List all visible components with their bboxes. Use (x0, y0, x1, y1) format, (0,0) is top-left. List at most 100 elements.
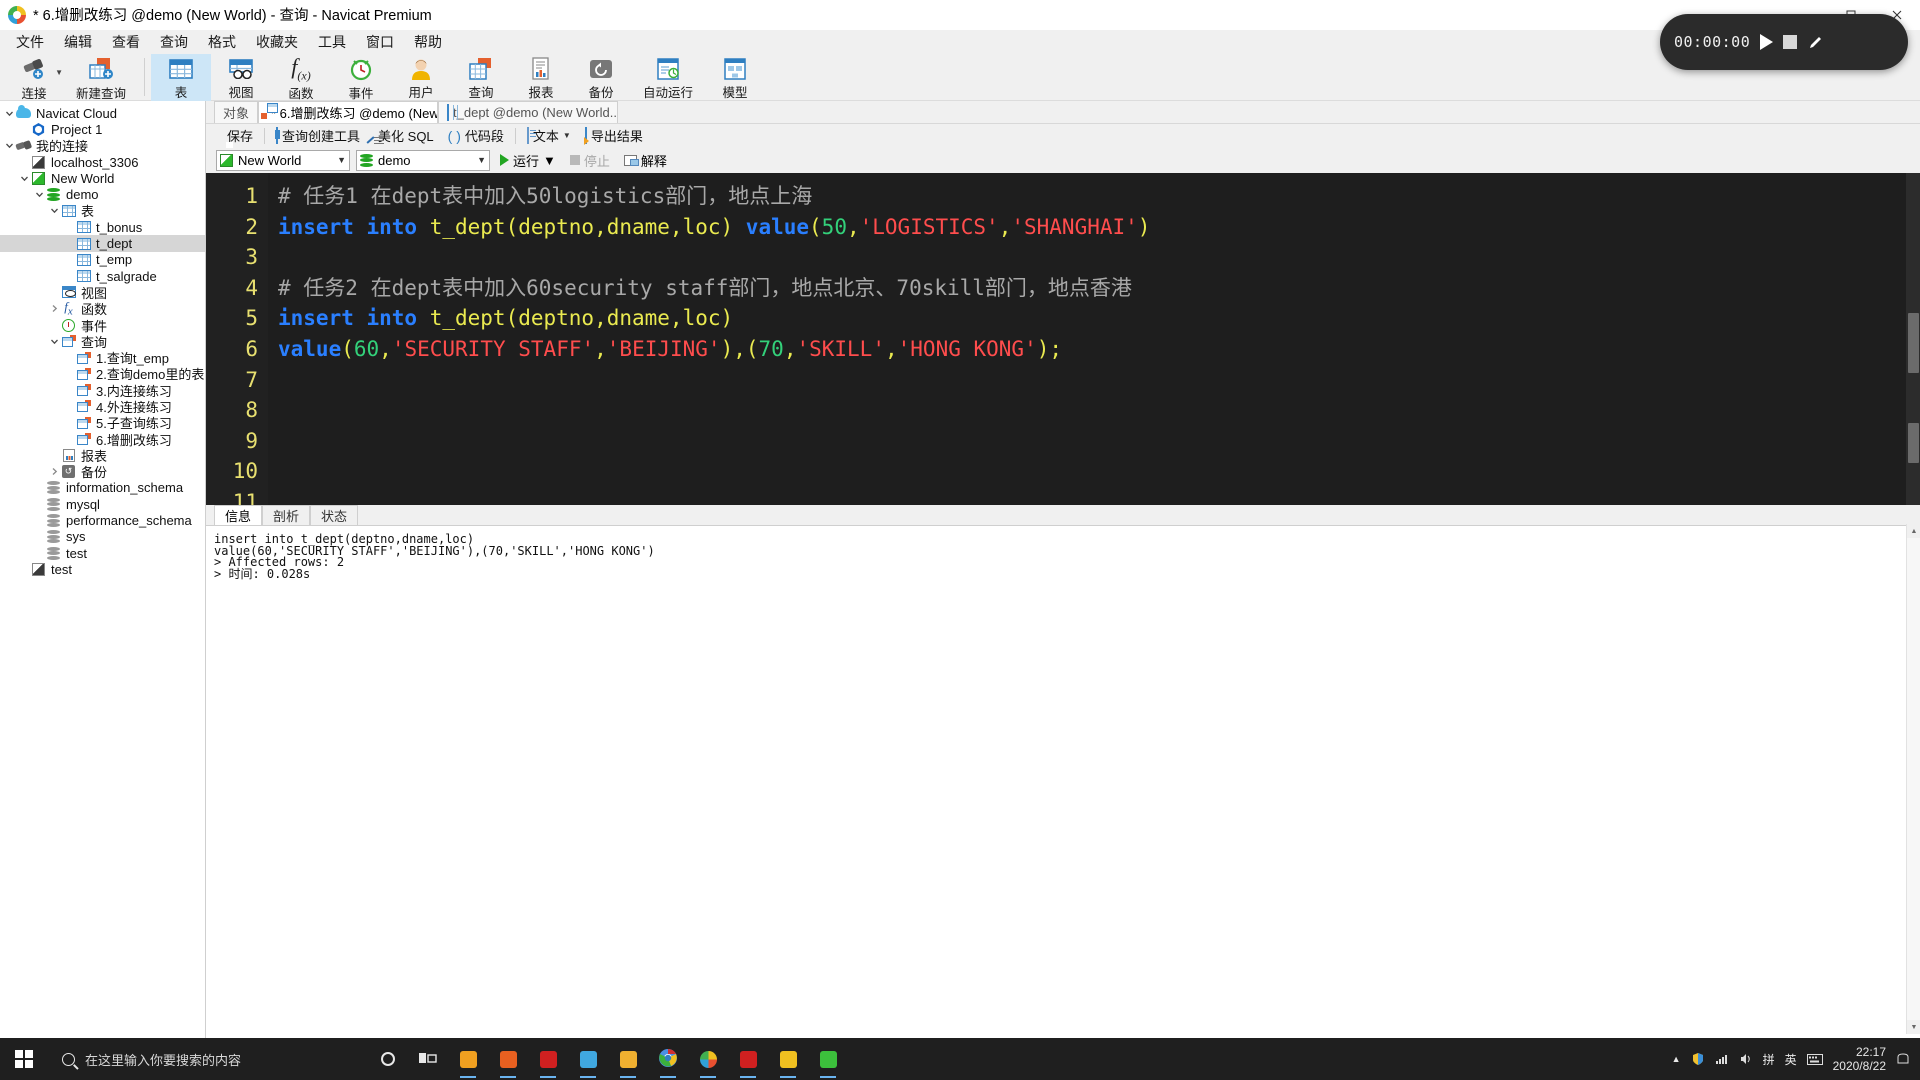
code-line[interactable] (278, 395, 1920, 426)
twisty-down-icon[interactable] (47, 206, 61, 215)
ime-pinyin-icon[interactable]: 拼 (1763, 1051, 1775, 1068)
tree-item-28[interactable]: test (0, 561, 205, 577)
screen-recorder-overlay[interactable]: 00:00:00 (1660, 14, 1908, 70)
toolbar-event-clock-button[interactable]: 事件 (331, 54, 391, 101)
tree-item-22[interactable]: ↺ 备份 (0, 464, 205, 480)
taskbar-clock[interactable]: 22:17 2020/8/22 (1833, 1045, 1886, 1073)
result-tab-2[interactable]: 状态 (310, 505, 359, 525)
shield-icon[interactable] (1691, 1052, 1705, 1066)
taskbar-app-yellow-button[interactable] (768, 1038, 808, 1080)
tree-item-16[interactable]: 2.查询demo里的表 (0, 366, 205, 382)
tree-item-2[interactable]: 我的连接 (0, 138, 205, 154)
twisty-down-icon[interactable] (17, 174, 31, 183)
beautify-sql-button[interactable]: 美化 SQL (367, 124, 441, 147)
tree-item-10[interactable]: t_salgrade (0, 268, 205, 284)
taskbar-media-player-button[interactable] (488, 1038, 528, 1080)
scroll-up-icon[interactable]: ▲ (1907, 524, 1920, 538)
toolbar-query-button[interactable]: 查询 (451, 54, 511, 101)
twisty-right-icon[interactable] (47, 467, 61, 476)
taskbar-chrome-button[interactable] (648, 1038, 688, 1080)
menu-item-7[interactable]: 窗口 (356, 29, 404, 55)
code-line[interactable]: insert into t_dept(deptno,dname,loc) (278, 303, 1920, 334)
taskbar-navicat-button[interactable] (688, 1038, 728, 1080)
taskbar-wechat-button[interactable] (808, 1038, 848, 1080)
twisty-down-icon[interactable] (2, 141, 16, 150)
taskbar-task-view-button[interactable] (408, 1038, 448, 1080)
text-button[interactable]: 文本 ▼ (520, 124, 578, 147)
menu-item-3[interactable]: 查询 (150, 29, 198, 55)
chevron-down-icon[interactable]: ▼ (563, 131, 571, 140)
recorder-stop-button[interactable] (1783, 35, 1798, 49)
menu-item-1[interactable]: 编辑 (54, 29, 102, 55)
code-line[interactable] (278, 242, 1920, 273)
taskbar-search-input[interactable]: 在这里输入你要搜索的内容 (48, 1038, 348, 1080)
export-result-button[interactable]: 导出结果 (578, 124, 650, 147)
tree-item-24[interactable]: mysql (0, 496, 205, 512)
tree-item-11[interactable]: 视图 (0, 284, 205, 301)
tree-item-23[interactable]: information_schema (0, 480, 205, 496)
tree-item-0[interactable]: Navicat Cloud (0, 105, 205, 121)
tree-item-8[interactable]: t_dept (0, 235, 205, 252)
sql-editor[interactable]: 1 2 3 4 5 6 7 8 9 10 11 # 任务1 在dept表中加入50logistics… (206, 173, 1920, 505)
tree-item-1[interactable]: Project 1 (0, 121, 205, 137)
recorder-play-button[interactable] (1760, 34, 1774, 50)
tree-item-9[interactable]: t_emp (0, 252, 205, 268)
chevron-up-icon[interactable]: ▲ (1672, 1054, 1681, 1064)
toolbar-automation-button[interactable]: 自动运行 (631, 54, 705, 101)
tree-item-17[interactable]: 3.内连接练习 (0, 382, 205, 399)
tree-item-15[interactable]: 1.查询t_emp (0, 349, 205, 366)
connection-tree-sidebar[interactable]: Navicat Cloud Project 1 我的连接 localhost_3306… (0, 101, 206, 1080)
chevron-down-icon[interactable]: ▼ (543, 153, 556, 168)
tree-item-7[interactable]: t_bonus (0, 219, 205, 235)
connection-select[interactable]: New World ▼ (216, 149, 350, 171)
object-tab-2[interactable]: t_dept @demo (New World... (438, 101, 619, 123)
tree-item-27[interactable]: test (0, 545, 205, 561)
editor-scrollbar[interactable] (1906, 173, 1920, 505)
tree-item-19[interactable]: 5.子查询练习 (0, 415, 205, 431)
tree-item-21[interactable]: 报表 (0, 447, 205, 464)
tree-item-3[interactable]: localhost_3306 (0, 154, 205, 170)
ime-keyboard-icon[interactable] (1806, 1053, 1823, 1065)
save-button[interactable]: 保存 (216, 124, 260, 147)
tree-item-6[interactable]: 表 (0, 203, 205, 219)
twisty-down-icon[interactable] (47, 337, 61, 346)
taskbar-netease-music-button[interactable] (728, 1038, 768, 1080)
code-line[interactable]: insert into t_dept(deptno,dname,loc) val… (278, 212, 1920, 243)
code-line[interactable] (278, 426, 1920, 457)
menu-item-8[interactable]: 帮助 (404, 29, 452, 55)
toolbar-new-query-button[interactable]: 新建查询 (64, 54, 138, 101)
code-line[interactable] (278, 487, 1920, 505)
tree-item-20[interactable]: 6.增删改练习 (0, 431, 205, 448)
menu-item-5[interactable]: 收藏夹 (246, 29, 308, 55)
menu-item-6[interactable]: 工具 (308, 29, 356, 55)
twisty-down-icon[interactable] (32, 190, 46, 199)
toolbar-report-button[interactable]: 报表 (511, 54, 571, 101)
tree-item-12[interactable]: fx 函数 (0, 299, 205, 318)
code-line[interactable]: # 任务1 在dept表中加入50logistics部门，地点上海 (278, 181, 1920, 212)
tree-item-5[interactable]: demo (0, 186, 205, 202)
toolbar-view-button[interactable]: 视图 (211, 54, 271, 101)
volume-icon[interactable] (1739, 1053, 1753, 1065)
tree-item-13[interactable]: 事件 (0, 317, 205, 334)
snippet-parens-button[interactable]: ( ) 代码段 (441, 124, 511, 147)
explain-button[interactable]: 解释 (620, 150, 671, 171)
code-line[interactable]: # 任务2 在dept表中加入60security staff部门，地点北京、7… (278, 273, 1920, 304)
editor-code[interactable]: # 任务1 在dept表中加入50logistics部门，地点上海 insert … (268, 173, 1920, 505)
code-line[interactable] (278, 365, 1920, 396)
tree-item-18[interactable]: 4.外连接练习 (0, 398, 205, 415)
code-line[interactable] (278, 456, 1920, 487)
tree-item-4[interactable]: New World (0, 170, 205, 186)
menu-item-0[interactable]: 文件 (6, 29, 54, 55)
ime-lang-icon[interactable]: 英 (1785, 1051, 1797, 1068)
recorder-annotate-button[interactable] (1807, 34, 1824, 51)
editor-scroll-thumb-2[interactable] (1908, 423, 1919, 463)
editor-scroll-thumb[interactable] (1908, 313, 1919, 373)
toolbar-plug-add-button[interactable]: 连接 ▼ (4, 54, 64, 101)
taskbar-cortana-button[interactable] (368, 1038, 408, 1080)
result-tab-1[interactable]: 剖析 (262, 505, 311, 525)
toolbar-function-fx-button[interactable]: f(x) 函数 (271, 54, 331, 101)
windows-start-icon[interactable] (0, 1038, 48, 1080)
taskbar-folder-button[interactable] (608, 1038, 648, 1080)
tree-item-25[interactable]: performance_schema (0, 512, 205, 528)
database-select[interactable]: demo ▼ (356, 149, 490, 171)
